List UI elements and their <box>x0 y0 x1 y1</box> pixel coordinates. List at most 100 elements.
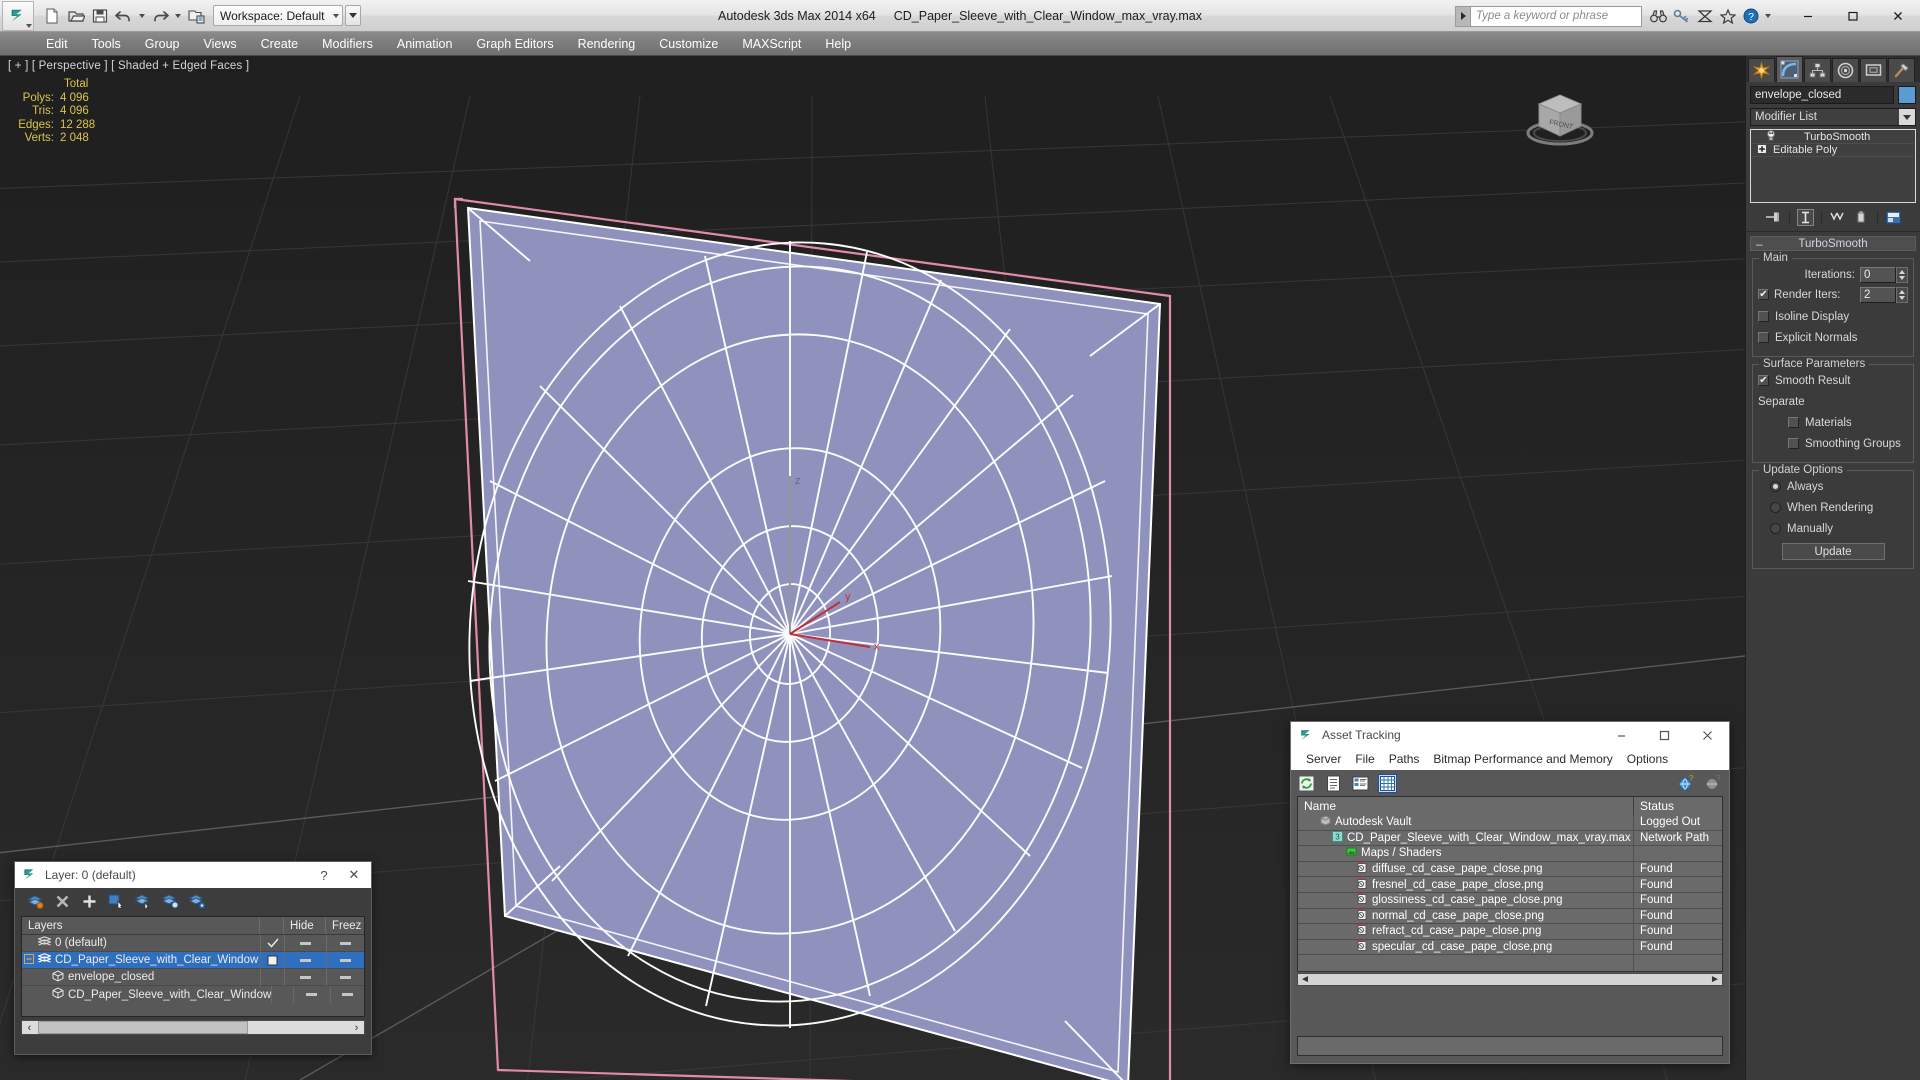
modifier-list-dropdown[interactable]: Modifier List <box>1750 108 1916 126</box>
materials-checkbox[interactable] <box>1788 417 1799 428</box>
layer-properties-icon[interactable] <box>189 893 206 910</box>
asset-maximize-button[interactable] <box>1643 722 1686 748</box>
current-layer-check[interactable] <box>271 986 292 1003</box>
new-layer-icon[interactable] <box>27 893 44 910</box>
project-folder-icon[interactable] <box>185 5 207 27</box>
col-name[interactable]: Name <box>1298 797 1634 815</box>
context-help-icon[interactable]: ? <box>1704 774 1723 793</box>
asset-menu-paths[interactable]: Paths <box>1382 748 1427 770</box>
modify-tab[interactable] <box>1776 56 1803 82</box>
menu-edit[interactable]: Edit <box>34 32 80 56</box>
infocenter-search[interactable] <box>1455 5 1642 27</box>
asset-row[interactable]: refract_cd_case_pape_close.png Found <box>1298 923 1722 940</box>
remove-modifier-icon[interactable] <box>1853 209 1870 226</box>
scroll-right-button[interactable]: › <box>349 1021 364 1034</box>
update-button[interactable]: Update <box>1781 543 1885 560</box>
undo-icon[interactable] <box>113 5 135 27</box>
manually-row[interactable]: Manually <box>1758 520 1908 537</box>
scroll-right-button[interactable]: ► <box>1709 974 1721 985</box>
col-hide[interactable]: Hide <box>284 917 326 934</box>
asset-row[interactable]: diffuse_cd_case_pape_close.png Found <box>1298 861 1722 878</box>
asset-row[interactable]: Maps / Shaders <box>1298 845 1722 862</box>
smoothing-groups-row[interactable]: Smoothing Groups <box>1758 435 1908 452</box>
menu-tools[interactable]: Tools <box>80 32 133 56</box>
explicit-normals-checkbox[interactable] <box>1758 332 1769 343</box>
scroll-left-button[interactable]: ‹ <box>22 1021 37 1034</box>
hide-toggle[interactable] <box>292 986 330 1003</box>
help-dropdown-icon[interactable] <box>1765 14 1771 18</box>
iterations-value[interactable]: 0 <box>1860 266 1896 283</box>
freeze-toggle[interactable] <box>326 968 364 986</box>
asset-row[interactable]: 3 CD_Paper_Sleeve_with_Clear_Window_max_… <box>1298 830 1722 847</box>
layer-table[interactable]: Layers Hide Freez 0 (default) CD_Paper_S… <box>21 916 365 1017</box>
scrollbar-thumb[interactable] <box>38 1021 248 1034</box>
hide-toggle[interactable] <box>284 951 326 969</box>
iterations-spinner[interactable]: 0 <box>1860 266 1908 283</box>
key-icon[interactable] <box>1672 7 1691 26</box>
menu-rendering[interactable]: Rendering <box>566 32 648 56</box>
refresh-icon[interactable] <box>1297 774 1316 793</box>
delete-layer-icon[interactable] <box>54 893 71 910</box>
select-objects-in-layer-icon[interactable] <box>108 893 125 910</box>
add-selection-to-layer-icon[interactable] <box>162 893 179 910</box>
pin-stack-icon[interactable] <box>1765 209 1782 226</box>
open-file-icon[interactable] <box>65 5 87 27</box>
current-layer-check[interactable] <box>260 968 284 986</box>
minimize-button[interactable] <box>1785 1 1830 31</box>
layer-dialog[interactable]: Layer: 0 (default) ? ✕ Layers Hide Freez… <box>14 861 372 1055</box>
asset-row[interactable]: fresnel_cd_case_pape_close.png Found <box>1298 876 1722 893</box>
render-iters-value[interactable]: 2 <box>1860 286 1896 303</box>
redo-dropdown-icon[interactable] <box>173 5 183 27</box>
asset-menu-server[interactable]: Server <box>1299 748 1348 770</box>
asset-row[interactable]: Autodesk Vault Logged Out <box>1298 814 1722 831</box>
menu-views[interactable]: Views <box>191 32 248 56</box>
isoline-display-checkbox[interactable] <box>1758 311 1769 322</box>
maximize-button[interactable] <box>1830 1 1875 31</box>
freeze-toggle[interactable] <box>330 986 364 1003</box>
manually-radio[interactable] <box>1770 523 1781 534</box>
new-file-icon[interactable] <box>41 5 63 27</box>
list-view-icon[interactable] <box>1324 774 1343 793</box>
when-rendering-row[interactable]: When Rendering <box>1758 499 1908 516</box>
explicit-normals-row[interactable]: Explicit Normals <box>1758 329 1908 346</box>
object-color-swatch[interactable] <box>1898 86 1916 104</box>
grid-view-icon[interactable] <box>1378 773 1397 793</box>
menu-maxscript[interactable]: MAXScript <box>730 32 813 56</box>
freeze-toggle[interactable] <box>326 951 364 969</box>
col-current[interactable] <box>260 917 284 934</box>
render-iters-stepper[interactable] <box>1896 286 1908 303</box>
search-expand-icon[interactable] <box>1455 5 1470 27</box>
asset-menu-bitmap-performance[interactable]: Bitmap Performance and Memory <box>1426 748 1619 770</box>
isoline-display-row[interactable]: Isoline Display <box>1758 308 1908 325</box>
smoothing-groups-checkbox[interactable] <box>1788 438 1799 449</box>
menu-animation[interactable]: Animation <box>385 32 465 56</box>
asset-horizontal-scrollbar[interactable]: ◄ ► <box>1297 972 1723 986</box>
create-tab[interactable] <box>1748 58 1775 82</box>
layer-row[interactable]: CD_Paper_Sleeve_with_Clear_Window <box>22 951 364 969</box>
search-input[interactable] <box>1470 5 1642 27</box>
asset-tracking-dialog[interactable]: Asset Tracking Server File Paths Bitmap … <box>1290 721 1730 1064</box>
asset-row[interactable]: glossiness_cd_case_pape_close.png Found <box>1298 892 1722 909</box>
menu-modifiers[interactable]: Modifiers <box>310 32 385 56</box>
render-iters-checkbox[interactable] <box>1758 289 1769 300</box>
asset-menu-file[interactable]: File <box>1348 748 1381 770</box>
layer-row[interactable]: 0 (default) <box>22 934 364 952</box>
motion-tab[interactable] <box>1832 58 1859 82</box>
menu-help[interactable]: Help <box>813 32 863 56</box>
undo-dropdown-icon[interactable] <box>137 5 147 27</box>
rollout-header[interactable]: – TurboSmooth <box>1750 236 1916 251</box>
modifier-stack-item-editable-poly[interactable]: Editable Poly <box>1752 143 1914 157</box>
asset-row[interactable]: specular_cd_case_pape_close.png Found <box>1298 939 1722 956</box>
layer-dialog-help-button[interactable]: ? <box>309 863 339 887</box>
when-rendering-radio[interactable] <box>1770 502 1781 513</box>
close-button[interactable] <box>1875 1 1920 31</box>
chevron-down-icon[interactable] <box>1899 109 1915 125</box>
make-unique-icon[interactable] <box>1829 209 1846 226</box>
utilities-tab[interactable] <box>1888 58 1915 82</box>
always-radio[interactable] <box>1770 481 1781 492</box>
details-view-icon[interactable] <box>1351 774 1370 793</box>
render-iters-spinner[interactable]: 2 <box>1860 286 1908 303</box>
current-layer-check[interactable] <box>260 951 284 969</box>
add-layer-icon[interactable] <box>81 893 98 910</box>
save-file-icon[interactable] <box>89 5 111 27</box>
